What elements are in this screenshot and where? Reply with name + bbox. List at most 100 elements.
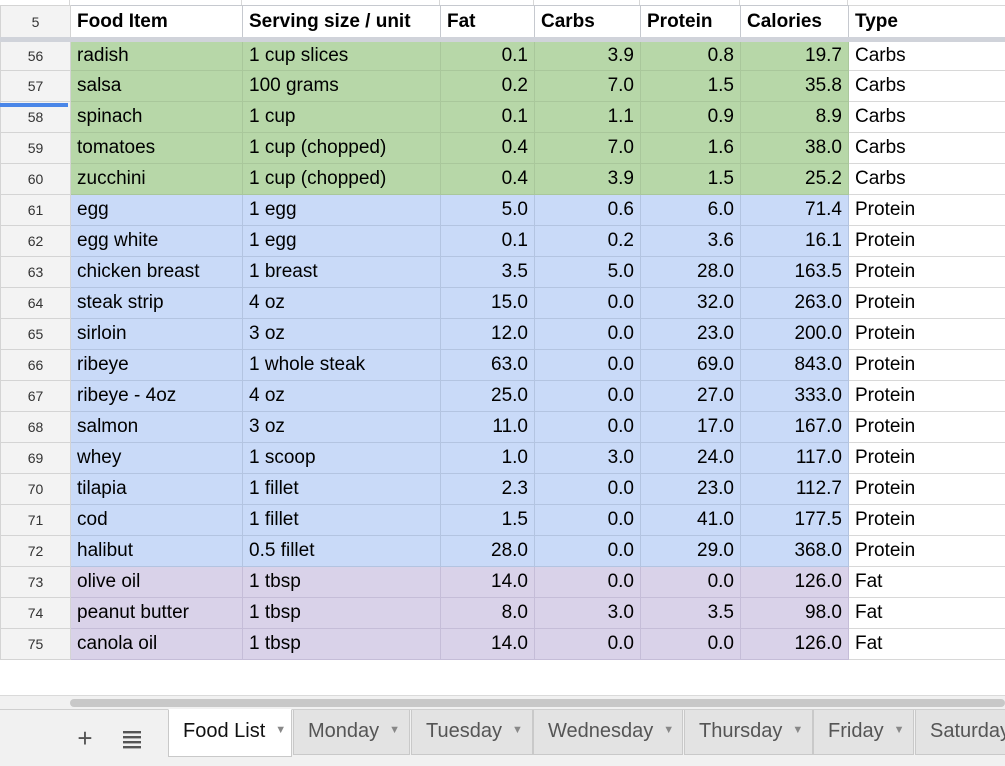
tab-food-list[interactable]: Food List▼	[168, 709, 292, 757]
row-number[interactable]: 5	[1, 6, 71, 40]
food-item-cell[interactable]: ribeye - 4oz	[71, 381, 243, 412]
calories-cell[interactable]: 117.0	[741, 443, 849, 474]
carbs-cell[interactable]: 7.0	[535, 71, 641, 102]
calories-cell[interactable]: 177.5	[741, 505, 849, 536]
protein-cell[interactable]: 32.0	[641, 288, 741, 319]
food-item-cell[interactable]: halibut	[71, 536, 243, 567]
carbs-cell[interactable]: 3.0	[535, 598, 641, 629]
fat-cell[interactable]: 28.0	[441, 536, 535, 567]
carbs-cell[interactable]: 0.0	[535, 319, 641, 350]
tab-monday[interactable]: Monday▼	[293, 710, 410, 755]
calories-cell[interactable]: 333.0	[741, 381, 849, 412]
fat-cell[interactable]: 14.0	[441, 567, 535, 598]
carbs-cell[interactable]: 3.0	[535, 443, 641, 474]
serving-cell[interactable]: 3 oz	[243, 412, 441, 443]
calories-cell[interactable]: 126.0	[741, 629, 849, 660]
dropdown-caret-icon[interactable]: ▼	[512, 710, 523, 751]
protein-cell[interactable]: 1.6	[641, 133, 741, 164]
protein-cell[interactable]: 69.0	[641, 350, 741, 381]
type-cell[interactable]: Protein	[849, 195, 1005, 226]
row-number[interactable]: 66	[1, 350, 71, 381]
protein-cell[interactable]: 41.0	[641, 505, 741, 536]
carbs-cell[interactable]: 5.0	[535, 257, 641, 288]
fat-cell[interactable]: 0.1	[441, 226, 535, 257]
protein-cell[interactable]: 23.0	[641, 474, 741, 505]
row-number[interactable]: 72	[1, 536, 71, 567]
serving-cell[interactable]: 0.5 fillet	[243, 536, 441, 567]
protein-cell[interactable]: 28.0	[641, 257, 741, 288]
dropdown-caret-icon[interactable]: ▼	[894, 710, 905, 751]
carbs-cell[interactable]: 0.6	[535, 195, 641, 226]
food-item-cell[interactable]: chicken breast	[71, 257, 243, 288]
row-number[interactable]: 61	[1, 195, 71, 226]
type-cell[interactable]: Protein	[849, 443, 1005, 474]
protein-cell[interactable]: 0.0	[641, 567, 741, 598]
header-calories[interactable]: Calories	[741, 6, 849, 40]
calories-cell[interactable]: 163.5	[741, 257, 849, 288]
calories-cell[interactable]: 112.7	[741, 474, 849, 505]
row-number[interactable]: 74	[1, 598, 71, 629]
carbs-cell[interactable]: 0.2	[535, 226, 641, 257]
type-cell[interactable]: Protein	[849, 288, 1005, 319]
carbs-cell[interactable]: 0.0	[535, 412, 641, 443]
serving-cell[interactable]: 1 fillet	[243, 505, 441, 536]
calories-cell[interactable]: 167.0	[741, 412, 849, 443]
row-number[interactable]: 67	[1, 381, 71, 412]
fat-cell[interactable]: 63.0	[441, 350, 535, 381]
food-item-cell[interactable]: spinach	[71, 102, 243, 133]
protein-cell[interactable]: 24.0	[641, 443, 741, 474]
calories-cell[interactable]: 200.0	[741, 319, 849, 350]
fat-cell[interactable]: 1.0	[441, 443, 535, 474]
serving-cell[interactable]: 1 whole steak	[243, 350, 441, 381]
carbs-cell[interactable]: 0.0	[535, 350, 641, 381]
protein-cell[interactable]: 23.0	[641, 319, 741, 350]
serving-cell[interactable]: 1 scoop	[243, 443, 441, 474]
carbs-cell[interactable]: 3.9	[535, 164, 641, 195]
fat-cell[interactable]: 12.0	[441, 319, 535, 350]
serving-cell[interactable]: 4 oz	[243, 381, 441, 412]
carbs-cell[interactable]: 0.0	[535, 381, 641, 412]
row-number[interactable]: 71	[1, 505, 71, 536]
calories-cell[interactable]: 25.2	[741, 164, 849, 195]
fat-cell[interactable]: 0.1	[441, 102, 535, 133]
protein-cell[interactable]: 1.5	[641, 71, 741, 102]
food-item-cell[interactable]: sirloin	[71, 319, 243, 350]
food-item-cell[interactable]: tomatoes	[71, 133, 243, 164]
protein-cell[interactable]: 3.5	[641, 598, 741, 629]
calories-cell[interactable]: 843.0	[741, 350, 849, 381]
row-number[interactable]: 56	[1, 40, 71, 71]
type-cell[interactable]: Protein	[849, 505, 1005, 536]
carbs-cell[interactable]: 0.0	[535, 536, 641, 567]
protein-cell[interactable]: 0.8	[641, 40, 741, 71]
fat-cell[interactable]: 14.0	[441, 629, 535, 660]
type-cell[interactable]: Protein	[849, 257, 1005, 288]
serving-cell[interactable]: 1 tbsp	[243, 567, 441, 598]
serving-cell[interactable]: 1 cup slices	[243, 40, 441, 71]
food-item-cell[interactable]: egg	[71, 195, 243, 226]
row-number[interactable]: 63	[1, 257, 71, 288]
fat-cell[interactable]: 3.5	[441, 257, 535, 288]
calories-cell[interactable]: 71.4	[741, 195, 849, 226]
serving-cell[interactable]: 4 oz	[243, 288, 441, 319]
protein-cell[interactable]: 17.0	[641, 412, 741, 443]
row-number[interactable]: 65	[1, 319, 71, 350]
serving-cell[interactable]: 1 cup	[243, 102, 441, 133]
type-cell[interactable]: Carbs	[849, 71, 1005, 102]
food-item-cell[interactable]: cod	[71, 505, 243, 536]
food-item-cell[interactable]: salsa	[71, 71, 243, 102]
type-cell[interactable]: Carbs	[849, 102, 1005, 133]
spreadsheet-grid[interactable]: 5 Food Item Serving size / unit Fat Carb…	[0, 5, 1005, 695]
protein-cell[interactable]: 0.0	[641, 629, 741, 660]
tab-saturday[interactable]: Saturday▼	[915, 710, 1005, 755]
horizontal-scrollbar[interactable]	[0, 695, 1005, 710]
calories-cell[interactable]: 16.1	[741, 226, 849, 257]
serving-cell[interactable]: 1 fillet	[243, 474, 441, 505]
row-number[interactable]: 68	[1, 412, 71, 443]
food-item-cell[interactable]: tilapia	[71, 474, 243, 505]
serving-cell[interactable]: 1 breast	[243, 257, 441, 288]
type-cell[interactable]: Carbs	[849, 133, 1005, 164]
carbs-cell[interactable]: 0.0	[535, 474, 641, 505]
food-item-cell[interactable]: steak strip	[71, 288, 243, 319]
food-item-cell[interactable]: egg white	[71, 226, 243, 257]
carbs-cell[interactable]: 0.0	[535, 505, 641, 536]
